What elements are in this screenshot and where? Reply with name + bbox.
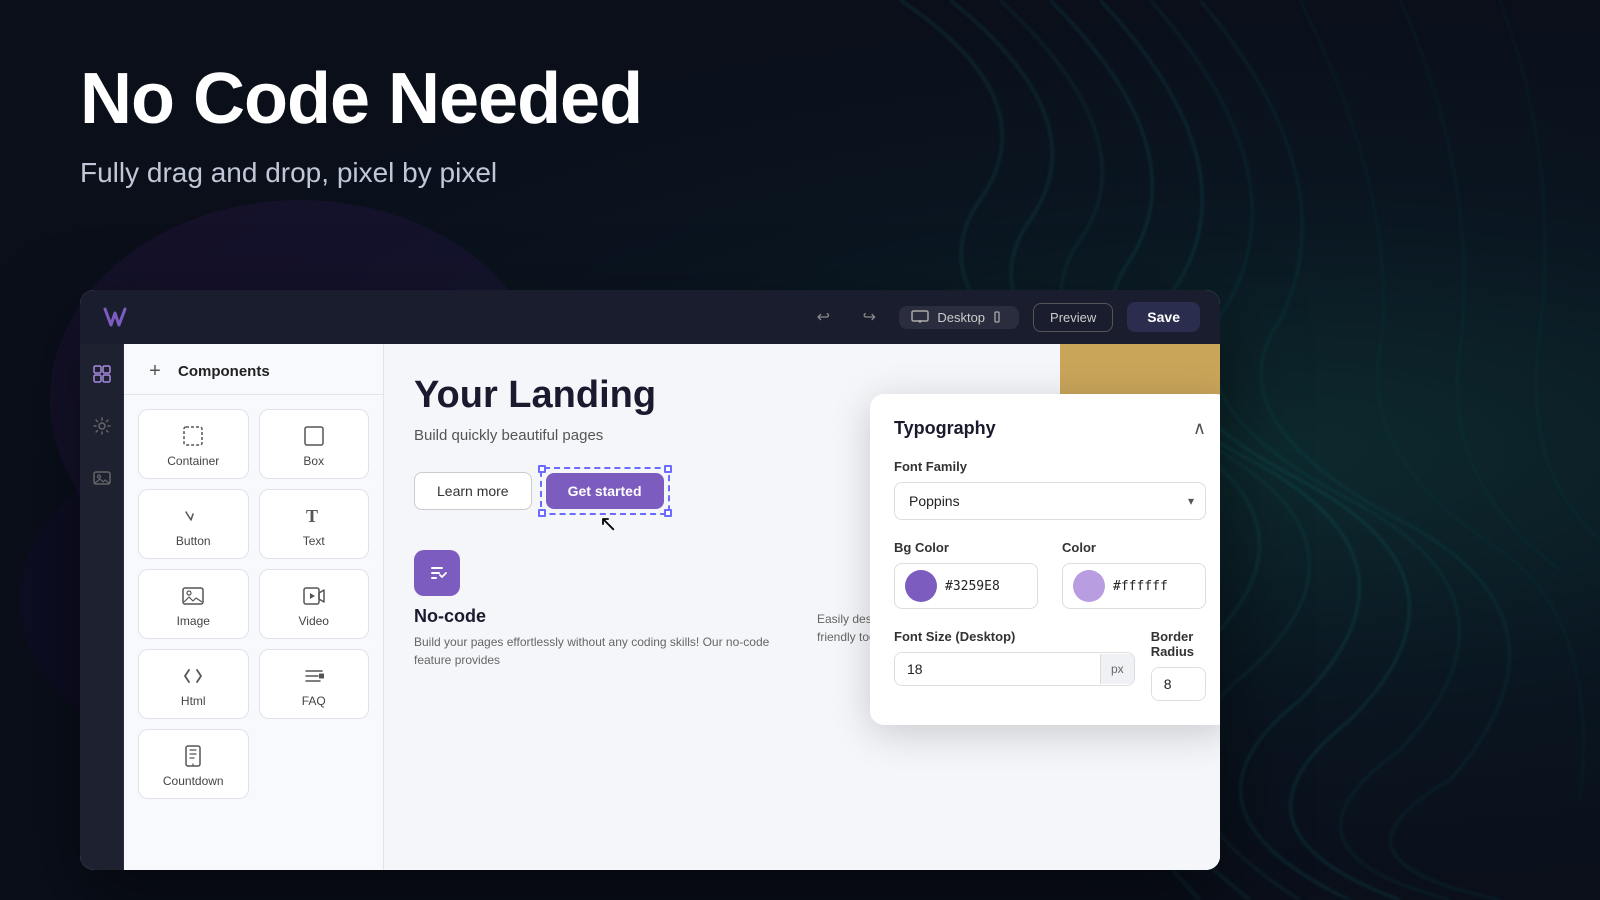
editor-window: ↩ ↪ Desktop Preview Save bbox=[80, 290, 1220, 870]
topbar-controls: ↩ ↪ Desktop Preview Save bbox=[807, 301, 1200, 333]
font-size-input-row[interactable]: px bbox=[894, 652, 1135, 686]
border-radius-input[interactable] bbox=[1152, 668, 1205, 700]
font-family-select[interactable]: Poppins Inter Roboto bbox=[894, 482, 1206, 520]
sidebar-settings-icon[interactable] bbox=[86, 410, 118, 442]
font-size-unit: px bbox=[1100, 654, 1134, 684]
faq-comp-icon bbox=[302, 664, 326, 688]
comp-label-html: Html bbox=[181, 694, 206, 708]
border-radius-label: Border Radius bbox=[1151, 629, 1206, 659]
add-component-button[interactable]: + bbox=[142, 358, 168, 384]
video-comp-icon bbox=[302, 584, 326, 608]
comp-item-image[interactable]: Image bbox=[138, 569, 249, 639]
comp-item-box[interactable]: Box bbox=[259, 409, 370, 479]
selection-handle-bl bbox=[538, 509, 546, 517]
comp-label-countdown: Countdown bbox=[163, 774, 224, 788]
hero-section: No Code Needed Fully drag and drop, pixe… bbox=[80, 60, 642, 189]
canvas-content: Your Landing Build quickly beautiful pag… bbox=[384, 344, 1220, 870]
typography-panel: Typography ∧ Font Family Poppins Inter R… bbox=[870, 394, 1220, 725]
feature-title-1: No-code bbox=[414, 606, 787, 627]
sidebar-media-icon[interactable] bbox=[86, 462, 118, 494]
panel-header: Typography ∧ bbox=[894, 418, 1206, 439]
get-started-wrapper: Get started ↖ bbox=[546, 473, 664, 509]
comp-label-button: Button bbox=[176, 534, 211, 548]
feature-text-1: Build your pages effortlessly without an… bbox=[414, 633, 787, 669]
panel-title: Typography bbox=[894, 418, 996, 439]
selection-handle-tl bbox=[538, 465, 546, 473]
device-selector[interactable]: Desktop bbox=[899, 306, 1019, 329]
bg-color-input-row: #3259E8 bbox=[894, 563, 1038, 609]
text-color-label: Color bbox=[1062, 540, 1206, 555]
container-icon bbox=[181, 424, 205, 448]
font-size-group: Font Size (Desktop) px bbox=[894, 629, 1135, 701]
text-color-input-row: #ffffff bbox=[1062, 563, 1206, 609]
countdown-comp-icon bbox=[181, 744, 205, 768]
editor-logo bbox=[100, 302, 130, 332]
comp-item-faq[interactable]: FAQ bbox=[259, 649, 370, 719]
html-comp-icon bbox=[181, 664, 205, 688]
bg-color-label: Bg Color bbox=[894, 540, 1038, 555]
hero-subtitle: Fully drag and drop, pixel by pixel bbox=[80, 157, 642, 189]
get-started-button[interactable]: Get started bbox=[546, 473, 664, 509]
comp-item-html[interactable]: Html bbox=[138, 649, 249, 719]
border-radius-input-row[interactable] bbox=[1151, 667, 1206, 701]
comp-label-box: Box bbox=[303, 454, 324, 468]
comp-item-video[interactable]: Video bbox=[259, 569, 370, 639]
text-color-group: Color #ffffff bbox=[1062, 540, 1206, 609]
comp-label-video: Video bbox=[299, 614, 329, 628]
sidebar-icons bbox=[80, 344, 124, 870]
box-icon bbox=[302, 424, 326, 448]
font-size-label: Font Size (Desktop) bbox=[894, 629, 1135, 644]
selection-handle-br bbox=[664, 509, 672, 517]
comp-item-text[interactable]: T Text bbox=[259, 489, 370, 559]
preview-button[interactable]: Preview bbox=[1033, 303, 1113, 332]
comp-label-text: Text bbox=[303, 534, 325, 548]
bg-color-swatch[interactable] bbox=[905, 570, 937, 602]
sidebar-components-icon[interactable] bbox=[86, 358, 118, 390]
text-color-swatch[interactable] bbox=[1073, 570, 1105, 602]
comp-label-container: Container bbox=[167, 454, 219, 468]
save-button[interactable]: Save bbox=[1127, 302, 1200, 332]
text-color-value: #ffffff bbox=[1113, 579, 1168, 594]
feature-item-1: No-code Build your pages effortlessly wi… bbox=[414, 550, 787, 669]
color-row: Bg Color #3259E8 Color #ffffff bbox=[894, 540, 1206, 609]
selection-handle-tr bbox=[664, 465, 672, 473]
bg-color-group: Bg Color #3259E8 bbox=[894, 540, 1038, 609]
undo-button[interactable]: ↩ bbox=[807, 301, 839, 333]
comp-item-countdown[interactable]: Countdown bbox=[138, 729, 249, 799]
hero-title: No Code Needed bbox=[80, 60, 642, 139]
feature-icon-1 bbox=[414, 550, 460, 596]
comp-label-faq: FAQ bbox=[302, 694, 326, 708]
font-size-input[interactable] bbox=[895, 653, 1100, 685]
components-grid: Container Box bbox=[124, 395, 383, 813]
size-row: Font Size (Desktop) px Border Radius bbox=[894, 629, 1206, 701]
image-comp-icon bbox=[181, 584, 205, 608]
font-family-select-wrapper[interactable]: Poppins Inter Roboto ▾ bbox=[894, 482, 1206, 520]
components-panel: + Components Container bbox=[124, 344, 384, 870]
comp-item-button[interactable]: Button bbox=[138, 489, 249, 559]
device-label: Desktop bbox=[937, 310, 985, 325]
redo-button[interactable]: ↪ bbox=[853, 301, 885, 333]
comp-item-container[interactable]: Container bbox=[138, 409, 249, 479]
canvas-area: Your Landing Build quickly beautiful pag… bbox=[384, 344, 1220, 870]
text-comp-icon: T bbox=[302, 504, 326, 528]
cursor-icon: ↖ bbox=[599, 511, 617, 537]
svg-text:T: T bbox=[306, 506, 318, 526]
editor-body: + Components Container bbox=[80, 344, 1220, 870]
editor-topbar: ↩ ↪ Desktop Preview Save bbox=[80, 290, 1220, 344]
panel-collapse-button[interactable]: ∧ bbox=[1193, 418, 1206, 439]
components-header: + Components bbox=[124, 344, 383, 395]
components-title: Components bbox=[178, 363, 270, 380]
learn-more-button[interactable]: Learn more bbox=[414, 472, 532, 510]
bg-color-value: #3259E8 bbox=[945, 579, 1000, 594]
font-family-label: Font Family bbox=[894, 459, 1206, 474]
button-comp-icon bbox=[181, 504, 205, 528]
comp-label-image: Image bbox=[177, 614, 210, 628]
border-radius-group: Border Radius bbox=[1151, 629, 1206, 701]
